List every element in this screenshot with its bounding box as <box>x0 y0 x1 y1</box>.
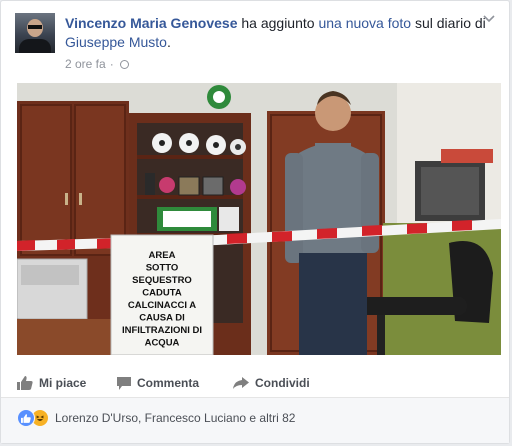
period: . <box>166 34 171 50</box>
timestamp-link[interactable]: 2 ore fa <box>65 57 106 71</box>
sign-line: CADUTA <box>142 288 182 299</box>
comment-label: Commenta <box>137 376 200 390</box>
post-photo[interactable]: AREA SOTTO SEQUESTRO CADUTA CALCINACCI A CAUS… <box>17 83 501 355</box>
actor-link[interactable]: Vincenzo Maria Genovese <box>65 15 237 31</box>
sign-line: AREA <box>149 250 176 261</box>
post-story: Vincenzo Maria Genovese ha aggiunto una … <box>65 14 495 52</box>
meta-separator: · <box>109 57 114 71</box>
sign-line: SEQUESTRO <box>132 275 192 286</box>
globe-icon[interactable] <box>119 59 129 69</box>
target-prefix: sul diario di <box>411 15 486 31</box>
post-meta: 2 ore fa · <box>65 57 129 71</box>
photo-link[interactable]: una nuova foto <box>318 15 411 31</box>
action-text: ha aggiunto <box>237 15 319 31</box>
like-reaction-icon <box>17 409 35 427</box>
thumbs-up-icon <box>17 376 33 390</box>
post-actions: Mi piace Commenta Condividi <box>17 371 497 395</box>
post-card: Vincenzo Maria Genovese ha aggiunto una … <box>0 0 510 444</box>
target-link[interactable]: Giuseppe Musto <box>65 34 167 50</box>
share-arrow-icon <box>233 377 249 389</box>
sign-line: INFILTRAZIONI DI <box>122 325 202 336</box>
reactions-summary[interactable]: Lorenzo D'Urso, Francesco Luciano e altr… <box>17 409 295 427</box>
avatar[interactable] <box>15 13 55 53</box>
share-label: Condividi <box>255 376 310 390</box>
comment-button[interactable]: Commenta <box>117 376 233 390</box>
share-button[interactable]: Condividi <box>233 376 310 390</box>
sign-line: CAUSA DI <box>139 313 185 324</box>
sign-line: SOTTO <box>146 263 179 274</box>
post-header: Vincenzo Maria Genovese ha aggiunto una … <box>15 13 495 73</box>
office-scene-image: AREA SOTTOSEQUESTRO CADUTACALCINACCI A CAUS… <box>17 83 501 355</box>
sign-line: CALCINACCI A <box>128 300 196 311</box>
comment-icon <box>117 376 131 390</box>
like-button[interactable]: Mi piace <box>17 376 117 390</box>
reactions-bar: Lorenzo D'Urso, Francesco Luciano e altr… <box>1 398 509 443</box>
sign-line: ACQUA <box>145 338 180 349</box>
reaction-names: Lorenzo D'Urso, Francesco Luciano e altr… <box>55 411 296 425</box>
like-label: Mi piace <box>39 376 87 390</box>
chevron-down-icon[interactable] <box>483 15 495 23</box>
